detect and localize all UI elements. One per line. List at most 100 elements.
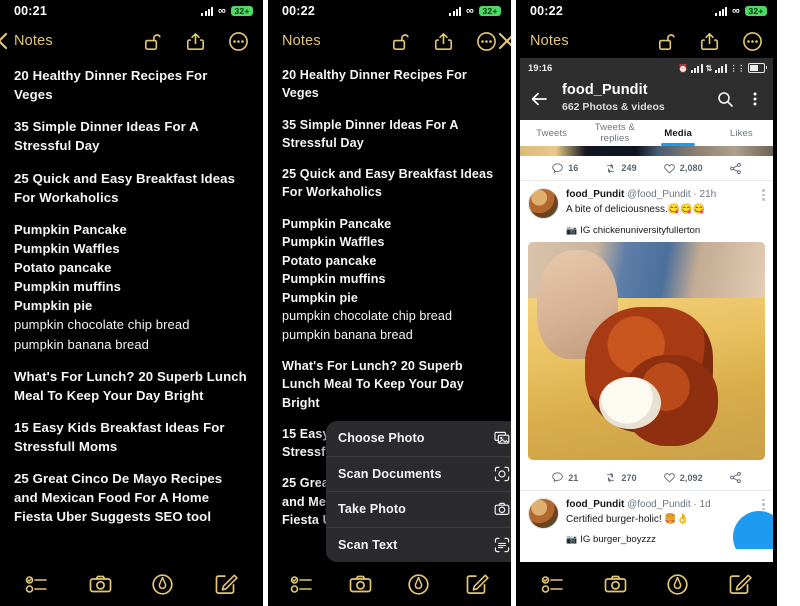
list-item: Pumpkin Waffles xyxy=(14,240,120,256)
navbar-actions xyxy=(142,31,253,52)
tweet-media-wrap xyxy=(520,241,773,460)
notes-navbar: Notes xyxy=(268,22,511,60)
more-ellipsis-icon[interactable] xyxy=(742,31,763,52)
camera-icon[interactable] xyxy=(88,572,113,597)
three-panel-screenshot: 00:21 ∞ 32+ Notes 20 Healthy Dinner Reci… xyxy=(0,0,800,606)
avatar[interactable] xyxy=(528,497,559,529)
avatar[interactable] xyxy=(528,188,559,219)
camera-icon[interactable] xyxy=(348,572,373,597)
compose-icon[interactable] xyxy=(727,572,753,597)
kebab-menu-icon[interactable] xyxy=(747,91,763,107)
tweet-credit: 📷 IG chickenuniversityfullerton xyxy=(566,225,765,236)
tweet-more-icon[interactable] xyxy=(762,189,765,203)
alarm-icon: ⏰ xyxy=(678,63,689,73)
note-paragraph: What's For Lunch? 20 Superb Lunch Meal T… xyxy=(282,359,464,410)
infinity-icon: ∞ xyxy=(217,4,226,17)
tab-media[interactable]: Media xyxy=(647,128,710,139)
tab-tweets-replies[interactable]: Tweets & replies xyxy=(583,122,646,144)
scan-document-icon xyxy=(494,466,510,482)
status-time: 00:22 xyxy=(282,4,315,18)
unlocked-padlock-icon[interactable] xyxy=(142,31,163,52)
note-paragraph: 15 Easy Kids Breakfast Ideas For Stressf… xyxy=(14,419,225,455)
note-paragraph: 35 Simple Dinner Ideas For A Stressful D… xyxy=(282,117,459,150)
note-paragraph: 25 Quick and Easy Breakfast Ideas For Wo… xyxy=(282,167,494,200)
close-x-icon[interactable] xyxy=(497,31,511,51)
menu-item-scan-documents[interactable]: Scan Documents xyxy=(326,457,511,492)
share-icon[interactable] xyxy=(729,471,742,484)
list-item: Pumpkin muffins xyxy=(282,272,386,286)
tab-likes[interactable]: Likes xyxy=(710,128,773,139)
tweet-more-icon[interactable] xyxy=(762,498,765,513)
tweet-credit-text: IG burger_boyzzz xyxy=(580,534,656,545)
twitter-profile-name: food_Pundit xyxy=(562,82,648,99)
tab-tweets[interactable]: Tweets xyxy=(520,128,583,139)
unlocked-padlock-icon[interactable] xyxy=(656,31,677,52)
arrow-left-icon[interactable] xyxy=(530,90,548,108)
camera-icon xyxy=(494,501,510,517)
tweet-author-handle[interactable]: @food_Pundit xyxy=(627,499,691,510)
tweet-author-handle[interactable]: @food_Pundit xyxy=(627,189,691,200)
tweet-item[interactable]: food_Pundit @food_Pundit · 1d Certified … xyxy=(520,491,773,549)
navbar-actions xyxy=(390,31,501,52)
note-content[interactable]: 20 Healthy Dinner Recipes For Veges 35 S… xyxy=(0,60,263,527)
markup-pen-icon[interactable] xyxy=(150,572,175,597)
retweet-action[interactable]: 249 xyxy=(604,162,637,175)
twitter-timeline[interactable]: 16 249 2,080 food_Pundit @food_Pundit · … xyxy=(520,146,773,562)
panel-notes-app: 00:21 ∞ 32+ Notes 20 Healthy Dinner Reci… xyxy=(0,0,263,606)
menu-item-scan-text[interactable]: Scan Text xyxy=(326,528,511,563)
list-item: Pumpkin pie xyxy=(282,290,358,305)
chevron-left-icon[interactable] xyxy=(0,32,9,50)
menu-item-label: Scan Text xyxy=(338,537,398,552)
camera-emoji: 📷 xyxy=(566,224,578,235)
panel-notes-attachment-menu: 00:22 ∞ 32+ Notes 20 Healthy Dinner Reci… xyxy=(268,0,511,606)
vibrate-icon: ⋮⋮ xyxy=(729,63,746,73)
tweet-author-name[interactable]: food_Pundit xyxy=(566,189,624,200)
list-item: pumpkin chocolate chip bread xyxy=(282,309,453,323)
tweet-header-line: food_Pundit @food_Pundit · 21h xyxy=(566,188,765,201)
twitter-screenshot-attachment[interactable]: 19:16 ⏰ ⇅ ⋮⋮ food_Pundit 662 Photos & vi… xyxy=(520,58,773,562)
tweet-separator: · xyxy=(693,498,697,510)
cellular-signal-icon xyxy=(715,6,727,16)
markup-pen-icon[interactable] xyxy=(406,572,431,597)
tweet-item[interactable]: food_Pundit @food_Pundit · 21h A bite of… xyxy=(520,181,773,236)
reply-action[interactable]: 21 xyxy=(551,471,578,484)
checklist-icon[interactable] xyxy=(290,572,315,597)
data-transfer-icon: ⇅ xyxy=(705,63,713,73)
menu-item-choose-photo[interactable]: Choose Photo xyxy=(326,421,511,457)
share-icon[interactable] xyxy=(729,162,742,175)
twitter-profile-tabs: Tweets Tweets & replies Media Likes xyxy=(520,120,773,147)
note-list: Pumpkin Pancake Pumpkin Waffles Potato p… xyxy=(282,215,497,345)
list-item: Potato pancake xyxy=(282,253,377,268)
tweet-author-name[interactable]: food_Pundit xyxy=(566,499,624,510)
menu-item-take-photo[interactable]: Take Photo xyxy=(326,492,511,528)
tweet-body: food_Pundit @food_Pundit · 21h A bite of… xyxy=(566,188,765,236)
markup-pen-icon[interactable] xyxy=(665,572,690,597)
search-icon[interactable] xyxy=(717,91,733,107)
compose-icon[interactable] xyxy=(464,572,489,597)
status-bar: 00:21 ∞ 32+ xyxy=(0,0,263,22)
unlocked-padlock-icon[interactable] xyxy=(390,31,411,52)
note-paragraph: 20 Healthy Dinner Recipes For Veges xyxy=(282,68,467,101)
page-title: Notes xyxy=(282,33,321,49)
share-icon[interactable] xyxy=(699,31,720,52)
status-bar: 00:22 ∞ 32+ xyxy=(268,0,511,22)
share-icon[interactable] xyxy=(185,31,206,52)
reply-action[interactable]: 16 xyxy=(551,162,578,175)
cellular-signal-icon-2 xyxy=(715,63,727,73)
checklist-icon[interactable] xyxy=(25,572,50,597)
list-item: Pumpkin Pancake xyxy=(14,221,127,237)
share-icon[interactable] xyxy=(433,31,454,52)
camera-icon[interactable] xyxy=(603,572,628,597)
retweet-action[interactable]: 270 xyxy=(604,471,637,484)
checklist-icon[interactable] xyxy=(541,572,566,597)
tweet-actions-top: 16 249 2,080 xyxy=(520,156,773,181)
attachment-context-menu: Choose Photo Scan Documents Take Photo S… xyxy=(326,421,511,562)
battery-badge: 32+ xyxy=(231,5,253,17)
more-ellipsis-icon[interactable] xyxy=(228,31,249,52)
tweet-photo[interactable] xyxy=(528,241,765,460)
like-action[interactable]: 2,080 xyxy=(663,162,703,175)
twitter-status-time: 19:16 xyxy=(528,62,553,74)
more-ellipsis-icon[interactable] xyxy=(476,31,497,52)
compose-icon[interactable] xyxy=(213,572,238,597)
like-action[interactable]: 2,092 xyxy=(663,471,703,484)
